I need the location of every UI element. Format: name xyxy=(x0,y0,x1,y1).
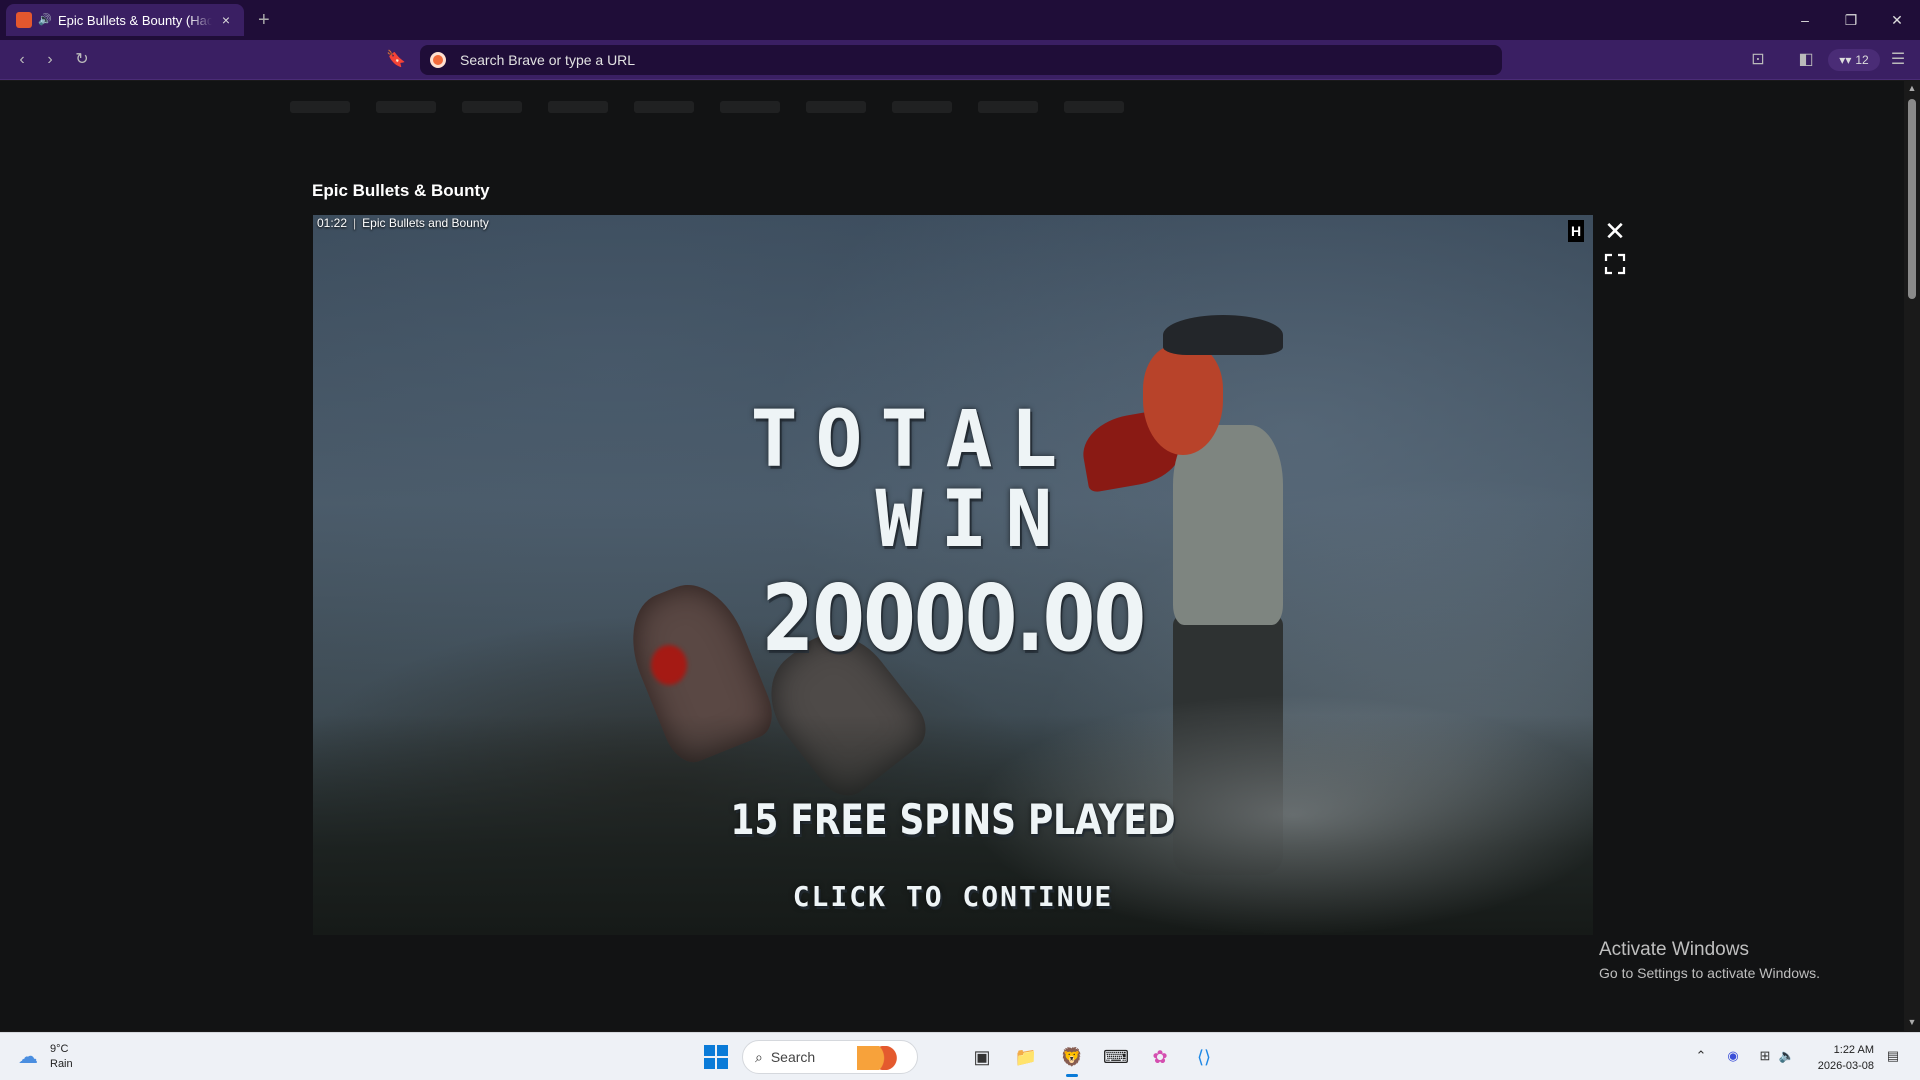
sidebar-icon[interactable]: ◧ xyxy=(1796,50,1816,70)
back-icon[interactable]: ‹ xyxy=(12,50,32,70)
rain-cloud-icon: ☁ xyxy=(18,1046,38,1068)
new-tab-button[interactable]: + xyxy=(258,10,270,30)
brave-browser-icon[interactable]: 🦁 xyxy=(1056,1041,1088,1077)
bookmark-icon[interactable]: 🔖 xyxy=(386,50,406,70)
tray-overflow-icon[interactable]: ⌃ xyxy=(1692,1047,1710,1065)
tab-epic-bullets[interactable]: 🔊 Epic Bullets & Bounty (Hacksaw × xyxy=(6,4,244,36)
search-icon: ⌕ xyxy=(755,1048,763,1065)
maximize-button[interactable]: ❐ xyxy=(1828,0,1874,40)
browser-toolbar: ‹ › ↻ 🔖 ⊡ ◧ ▾▾ 12 ☰ xyxy=(0,40,1920,80)
speaker-icon[interactable]: 🔊 xyxy=(38,13,52,27)
total-label: TOTAL xyxy=(750,395,1076,485)
volume-icon[interactable]: 🔈 xyxy=(1778,1047,1796,1065)
free-spins-summary: 15 FREE SPINS PLAYED xyxy=(730,795,1176,844)
weather-widget[interactable]: ☁ 9°C Rain xyxy=(18,1042,73,1072)
clock-date: 2026-03-08 xyxy=(1817,1060,1874,1072)
weather-temperature: 9°C xyxy=(50,1043,69,1055)
notification-icon[interactable]: ▤ xyxy=(1884,1047,1902,1065)
windows-taskbar: ☁ 9°C Rain ⌕ ▣ 📁 🦁 ⌨ ✿ ⟨⟩ ⌃ ◉ ⊞ 🔈 1:22 A… xyxy=(0,1032,1920,1080)
paint-app-icon[interactable]: ✿ xyxy=(1144,1041,1176,1073)
brave-shield-icon[interactable] xyxy=(430,52,446,68)
tab-title: Epic Bullets & Bounty (Hacksaw xyxy=(58,12,212,28)
rewards-count: 12 xyxy=(1855,53,1869,67)
tab-favicon-icon xyxy=(16,12,32,28)
vscode-icon[interactable]: ⟨⟩ xyxy=(1188,1041,1220,1073)
activate-windows-watermark: Activate Windows Go to Settings to activ… xyxy=(1599,939,1820,981)
address-bar[interactable] xyxy=(420,45,1502,75)
minimize-button[interactable]: – xyxy=(1782,0,1828,40)
game-canvas[interactable]: 01:22 | Epic Bullets and Bounty H TOTAL … xyxy=(313,215,1593,935)
close-window-button[interactable]: ✕ xyxy=(1874,0,1920,40)
windows-start-icon[interactable] xyxy=(704,1045,728,1069)
activate-title: Activate Windows xyxy=(1599,939,1749,960)
terminal-icon[interactable]: ⌨ xyxy=(1100,1041,1132,1073)
rewards-icon: ▾▾ xyxy=(1839,53,1852,67)
modal-close-icon[interactable]: ✕ xyxy=(1602,218,1628,244)
forward-icon[interactable]: › xyxy=(40,50,60,70)
taskbar-search-input[interactable] xyxy=(770,1049,851,1065)
game-name: Epic Bullets and Bounty xyxy=(362,216,489,230)
taskbar-clock[interactable]: 1:22 AM 2026-03-08 xyxy=(1810,1042,1874,1074)
win-amount: 20000.00 xyxy=(761,565,1147,672)
file-explorer-icon[interactable]: 📁 xyxy=(1010,1041,1042,1073)
win-label: WIN xyxy=(875,475,1071,565)
scroll-thumb[interactable] xyxy=(1908,99,1916,299)
tab-close-icon[interactable]: × xyxy=(218,12,234,28)
page-scrollbar[interactable]: ▲ ▼ xyxy=(1904,81,1920,1031)
game-info: 01:22 | Epic Bullets and Bounty xyxy=(317,216,489,230)
click-to-continue-button[interactable]: CLICK TO CONTINUE xyxy=(313,880,1593,913)
hacksaw-logo-icon: H xyxy=(1568,220,1584,242)
taskbar-search[interactable]: ⌕ xyxy=(742,1040,918,1074)
menu-icon[interactable]: ☰ xyxy=(1888,50,1908,70)
network-icon[interactable]: ⊞ xyxy=(1756,1047,1774,1065)
game-clock: 01:22 xyxy=(317,216,348,230)
reload-icon[interactable]: ↻ xyxy=(72,50,92,70)
modal-title: Epic Bullets & Bounty xyxy=(312,181,490,200)
activate-subtitle: Go to Settings to activate Windows. xyxy=(1599,965,1820,981)
clock-time: 1:22 AM xyxy=(1833,1044,1874,1056)
tray-app-icon[interactable]: ◉ xyxy=(1724,1047,1742,1065)
rewards-badge[interactable]: ▾▾ 12 xyxy=(1828,49,1880,71)
search-highlight-icon xyxy=(857,1046,907,1070)
browser-titlebar: 🔊 Epic Bullets & Bounty (Hacksaw × + – ❐… xyxy=(0,0,1920,40)
url-input[interactable] xyxy=(460,52,1360,68)
fullscreen-icon[interactable] xyxy=(1604,253,1626,275)
scroll-up-arrow-icon[interactable]: ▲ xyxy=(1907,83,1917,93)
task-view-icon[interactable]: ▣ xyxy=(966,1041,998,1073)
tab-search-icon[interactable]: ⊡ xyxy=(1748,50,1768,70)
game-info-separator: | xyxy=(353,216,357,230)
weather-description: Rain xyxy=(50,1058,73,1070)
scroll-down-arrow-icon[interactable]: ▼ xyxy=(1907,1017,1917,1027)
dimmed-site-nav xyxy=(290,101,1210,127)
